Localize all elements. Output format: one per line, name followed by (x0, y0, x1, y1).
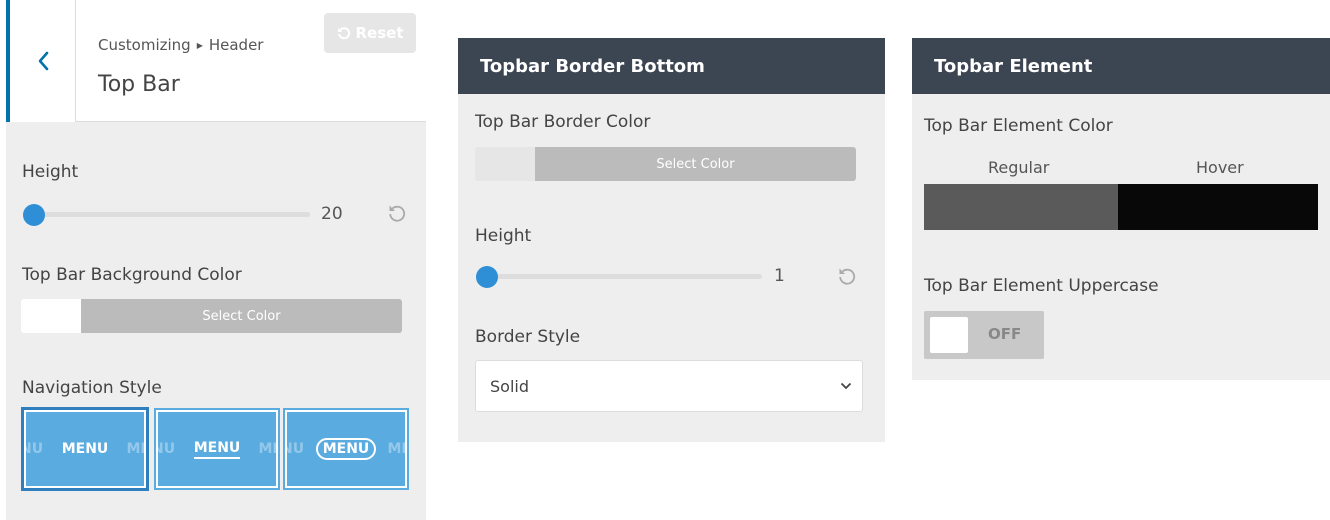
undo-icon (337, 27, 350, 40)
element-color-label: Top Bar Element Color (924, 116, 1113, 136)
hover-label: Hover (1196, 158, 1244, 177)
height-label: Height (475, 226, 532, 246)
border-color-picker[interactable]: Select Color (475, 147, 856, 181)
border-color-swatch (475, 147, 535, 181)
reset-button[interactable]: Reset (324, 13, 416, 53)
customizer-header: Customizing ▶ Header Top Bar Reset (6, 0, 426, 122)
height-slider-track[interactable] (32, 212, 310, 217)
height-slider-thumb[interactable] (23, 204, 45, 226)
height-slider-track[interactable] (486, 274, 762, 279)
chevron-down-icon (840, 382, 852, 390)
nav-ghost-text: NU (26, 441, 44, 457)
reset-label: Reset (355, 24, 404, 42)
border-bottom-panel: Topbar Border Bottom Top Bar Border Colo… (458, 38, 885, 442)
height-label: Height (22, 162, 79, 182)
section-title: Top Bar (98, 72, 180, 97)
regular-color-swatch[interactable] (924, 184, 1118, 230)
nav-menu-text: MENU (315, 438, 377, 460)
nav-ghost-text: ME (387, 441, 406, 457)
nav-menu-text: MENU (61, 441, 109, 457)
border-style-select[interactable]: Solid (475, 360, 863, 412)
select-color-button[interactable]: Select Color (81, 299, 402, 333)
uppercase-toggle[interactable]: OFF (924, 311, 1044, 359)
bg-color-label: Top Bar Background Color (22, 265, 242, 285)
border-color-label: Top Bar Border Color (475, 112, 651, 132)
nav-ghost-text: NU (287, 441, 305, 457)
bg-color-swatch (21, 299, 81, 333)
panel-title: Topbar Border Bottom (458, 38, 885, 94)
height-slider-thumb[interactable] (476, 266, 498, 288)
topbar-element-panel: Topbar Element Top Bar Element Color Reg… (912, 38, 1330, 380)
bg-color-picker[interactable]: Select Color (21, 299, 402, 333)
select-color-button[interactable]: Select Color (535, 147, 856, 181)
customizer-panel: Customizing ▶ Header Top Bar Reset Height … (6, 0, 426, 520)
nav-style-label: Navigation Style (22, 378, 162, 398)
undo-icon[interactable] (837, 266, 857, 286)
hover-color-swatch[interactable] (1118, 184, 1318, 230)
nav-style-option-plain[interactable]: NU MENU ME (21, 407, 149, 491)
regular-label: Regular (988, 158, 1050, 177)
height-value: 1 (774, 266, 785, 286)
toggle-state: OFF (988, 325, 1022, 343)
breadcrumb-parent: Customizing (98, 36, 191, 54)
triangle-right-icon: ▶ (196, 41, 203, 50)
undo-icon[interactable] (387, 203, 407, 223)
nav-style-option-pill[interactable]: NU MENU ME (283, 408, 409, 490)
toggle-knob (930, 317, 968, 353)
breadcrumb-child: Header (208, 36, 264, 54)
border-style-label: Border Style (475, 327, 581, 347)
nav-style-option-underline[interactable]: NU MENU ME (154, 408, 280, 490)
uppercase-label: Top Bar Element Uppercase (924, 276, 1159, 296)
border-style-value: Solid (490, 376, 529, 396)
back-button[interactable] (6, 0, 76, 122)
chevron-left-icon (38, 51, 48, 71)
nav-menu-text: MENU (193, 440, 241, 459)
height-value: 20 (321, 204, 343, 224)
nav-ghost-text: ME (126, 441, 145, 457)
panel-title: Topbar Element (912, 38, 1330, 94)
breadcrumb: Customizing ▶ Header (98, 36, 263, 54)
nav-ghost-text: ME (258, 441, 277, 457)
nav-ghost-text: NU (158, 441, 176, 457)
